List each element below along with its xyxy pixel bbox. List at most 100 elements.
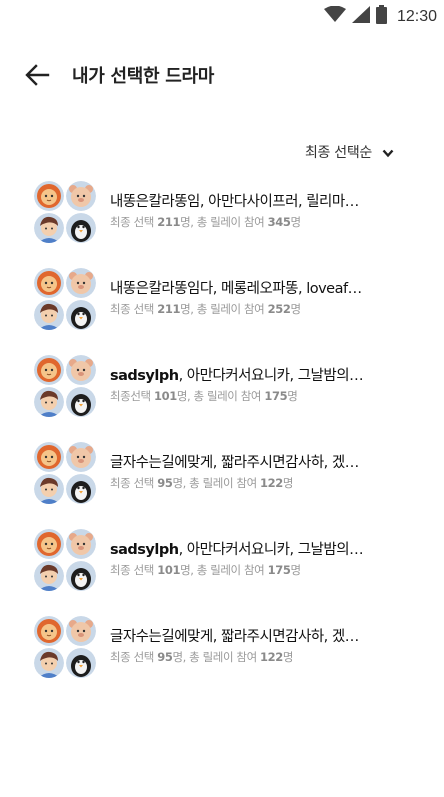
signal-icon: [351, 6, 370, 27]
drama-meta: 최종 선택 211명, 총 릴레이 참여 252명: [110, 301, 301, 317]
drama-title: sadsylph, 아만다커서요니카, 그날밤의…: [110, 538, 398, 559]
status-time: 12:30: [396, 7, 437, 25]
back-button[interactable]: [22, 60, 52, 90]
avatar-boy: [34, 213, 64, 243]
avatar-penguin: [66, 300, 96, 330]
selected-count: 95: [157, 650, 173, 664]
people-unit: 명: [180, 302, 191, 316]
avatar-boy: [34, 300, 64, 330]
avatar-penguin: [66, 213, 96, 243]
avatar-boy: [34, 561, 64, 591]
drama-list: 내똥은칼라똥임, 아만다사이프러, 릴리마… 최종 선택 211명, 총 릴레이 …: [0, 176, 444, 698]
selected-count: 211: [157, 302, 181, 316]
selected-count: 211: [157, 215, 181, 229]
people-unit: 명: [290, 302, 301, 316]
drama-meta: 최종 선택 101명, 총 릴레이 참여 175명: [110, 562, 301, 578]
total-count: 252: [267, 302, 291, 316]
people-unit: 명: [172, 476, 183, 490]
battery-icon: [375, 5, 387, 28]
drama-title-rest: 글자수는길에맞게, 짧라주시면감사하, 겠…: [110, 455, 359, 471]
drama-title-rest: , 아만다커서요니카, 그날밤의…: [178, 368, 364, 384]
selected-count: 101: [157, 563, 181, 577]
drama-title-rest: 내똥은칼라똥임다, 메롱레오파똥, loveaf…: [110, 281, 362, 297]
drama-meta: 최종 선택 211명, 총 릴레이 참여 345명: [110, 214, 301, 230]
avatar-boy: [34, 387, 64, 417]
drama-list-item[interactable]: sadsylph, 아만다커서요니카, 그날밤의… 최종선택 101명, 총 릴레…: [0, 350, 444, 437]
people-unit: 명: [290, 563, 301, 577]
sort-dropdown[interactable]: 최종 선택순: [305, 142, 394, 162]
people-unit: 명: [282, 476, 294, 490]
people-unit: 명: [172, 650, 183, 664]
drama-list-item[interactable]: 내똥은칼라똥임다, 메롱레오파똥, loveaf… 최종 선택 211명, 총 릴…: [0, 263, 444, 350]
page-title: 내가 선택한 드라마: [72, 66, 215, 87]
avatar-bear: [66, 268, 96, 298]
drama-title: 내똥은칼라똥임, 아만다사이프러, 릴리마…: [110, 190, 398, 211]
avatar-boy: [34, 648, 64, 678]
total-label: , 총 릴레이 참여: [182, 476, 258, 490]
total-count: 175: [264, 389, 288, 403]
total-label: , 총 릴레이 참여: [187, 389, 262, 403]
people-unit: 명: [282, 650, 294, 664]
selected-count: 101: [154, 389, 177, 403]
drama-list-item[interactable]: 내똥은칼라똥임, 아만다사이프러, 릴리마… 최종 선택 211명, 총 릴레이 …: [0, 176, 444, 263]
sort-label: 최종 선택순: [304, 145, 372, 161]
selected-label: 최종 선택: [110, 476, 154, 490]
app-bar: 내가 선택한 드라마: [0, 56, 444, 92]
people-unit: 명: [176, 389, 188, 403]
avatar-bear: [66, 181, 96, 211]
people-unit: 명: [180, 563, 191, 577]
status-bar: 12:30: [0, 0, 444, 30]
avatar-penguin: [66, 474, 96, 504]
total-count: 122: [260, 650, 283, 664]
selected-label: 최종 선택: [110, 563, 154, 577]
total-label: , 총 릴레이 참여: [190, 563, 265, 577]
total-label: , 총 릴레이 참여: [182, 650, 258, 664]
avatar-lion: [34, 268, 64, 298]
drama-meta: 최종선택 101명, 총 릴레이 참여 175명: [110, 388, 298, 404]
avatar-lion: [34, 616, 64, 646]
people-unit: 명: [290, 215, 301, 229]
avatar-bear: [66, 355, 96, 385]
people-unit: 명: [180, 215, 191, 229]
avatar-boy: [34, 474, 64, 504]
chevron-down-icon: [382, 143, 394, 162]
selected-label: 최종 선택: [110, 650, 154, 664]
drama-meta: 최종 선택 95명, 총 릴레이 참여 122명: [110, 649, 293, 665]
drama-title: 글자수는길에맞게, 짧라주시면감사하, 겠…: [110, 625, 398, 646]
avatar-lion: [34, 355, 64, 385]
drama-title-rest: , 아만다커서요니카, 그날밤의…: [178, 542, 364, 558]
drama-list-item[interactable]: 글자수는길에맞게, 짧라주시면감사하, 겠… 최종 선택 95명, 총 릴레이 참…: [0, 437, 444, 524]
arrow-left-icon: [22, 64, 52, 94]
people-unit: 명: [287, 389, 298, 403]
drama-title-highlight: sadsylph: [110, 542, 179, 558]
wifi-icon: [323, 5, 346, 27]
total-count: 345: [267, 215, 291, 229]
avatar-penguin: [66, 648, 96, 678]
total-count: 175: [267, 563, 291, 577]
selected-label: 최종선택: [110, 389, 151, 403]
drama-title: sadsylph, 아만다커서요니카, 그날밤의…: [110, 364, 398, 385]
status-icons: 12:30: [323, 5, 437, 28]
avatar-penguin: [66, 387, 96, 417]
avatar-lion: [34, 181, 64, 211]
drama-list-item[interactable]: 글자수는길에맞게, 짧라주시면감사하, 겠… 최종 선택 95명, 총 릴레이 참…: [0, 611, 444, 698]
drama-list-item[interactable]: sadsylph, 아만다커서요니카, 그날밤의… 최종 선택 101명, 총 릴…: [0, 524, 444, 611]
avatar-bear: [66, 442, 96, 472]
drama-title-rest: 글자수는길에맞게, 짧라주시면감사하, 겠…: [110, 629, 359, 645]
avatar-lion: [34, 529, 64, 559]
total-label: , 총 릴레이 참여: [190, 215, 265, 229]
total-count: 122: [260, 476, 283, 490]
selected-label: 최종 선택: [110, 302, 154, 316]
selected-label: 최종 선택: [110, 215, 154, 229]
drama-title: 내똥은칼라똥임다, 메롱레오파똥, loveaf…: [110, 277, 398, 298]
avatar-penguin: [66, 561, 96, 591]
drama-title-rest: 내똥은칼라똥임, 아만다사이프러, 릴리마…: [110, 194, 359, 210]
avatar-lion: [34, 442, 64, 472]
total-label: , 총 릴레이 참여: [190, 302, 265, 316]
drama-meta: 최종 선택 95명, 총 릴레이 참여 122명: [110, 475, 293, 491]
avatar-bear: [66, 616, 96, 646]
selected-count: 95: [157, 476, 173, 490]
drama-title: 글자수는길에맞게, 짧라주시면감사하, 겠…: [110, 451, 398, 472]
avatar-bear: [66, 529, 96, 559]
drama-title-highlight: sadsylph: [110, 368, 179, 384]
